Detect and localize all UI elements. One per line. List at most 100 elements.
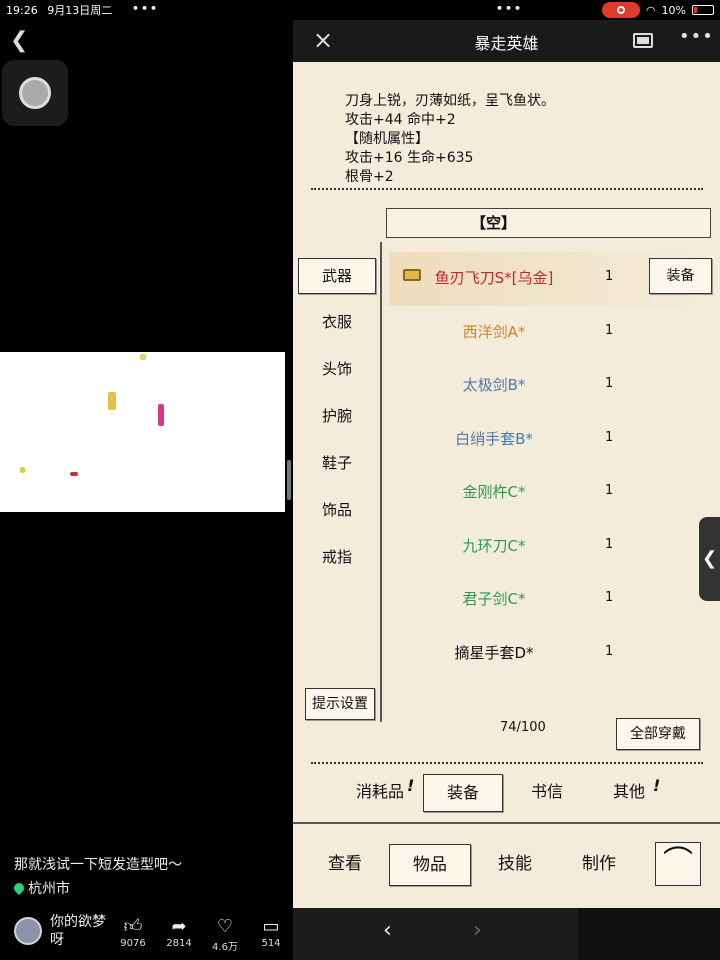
item-name: 太极剑B* — [462, 376, 526, 394]
comment-icon: ▭ — [262, 916, 280, 937]
author-info[interactable]: 你的欲梦呀 — [14, 913, 106, 949]
item-row[interactable]: 西洋剑A* 1 — [389, 306, 720, 360]
location-tag[interactable]: 杭州市 — [11, 878, 70, 898]
tab-label: 消耗品 — [355, 782, 404, 801]
favorite-count: 4.6万 — [212, 942, 238, 953]
item-qty: 1 — [605, 269, 614, 284]
game-screen: 刀身上锐，刃薄如纸，呈飞鱼状。 攻击+44 命中+2 【随机属性】 攻击+16 … — [293, 62, 720, 908]
item-qty: 1 — [605, 643, 614, 659]
item-name: 金刚杵C* — [462, 483, 526, 501]
item-row[interactable]: 金刚杵C* 1 — [389, 466, 720, 520]
status-bar: 19:26 9月13日周二 ••• ••• ◠ 10% — [0, 0, 720, 20]
thumbs-up-icon: 👍︎ — [123, 916, 143, 937]
item-name: 鱼刃飞刀S*[乌金] — [434, 269, 554, 287]
category-clothes[interactable]: 衣服 — [298, 305, 376, 341]
comment-button[interactable]: ▭ 514 — [250, 916, 292, 953]
share-icon: ➦ — [171, 916, 187, 937]
status-left: 19:26 9月13日周二 — [6, 2, 112, 18]
video-speck — [108, 392, 116, 410]
divider — [311, 762, 703, 764]
item-name: 永灵刀D* — [389, 695, 599, 698]
video-frame[interactable] — [0, 352, 285, 512]
category-divider — [380, 242, 382, 722]
tab-craft[interactable]: 制作 — [569, 844, 629, 886]
item-row[interactable]: 太极剑B* 1 — [389, 359, 720, 413]
tab-skills[interactable]: 技能 — [485, 844, 545, 886]
video-caption: 那就浅试一下短发造型吧～ — [14, 857, 182, 873]
item-qty: 1 — [605, 590, 614, 605]
avatar[interactable] — [14, 917, 42, 945]
item-row[interactable]: 君子剑C* 1 — [389, 573, 720, 627]
back-icon[interactable]: ‹ — [383, 918, 392, 943]
category-bracer[interactable]: 护腕 — [298, 399, 376, 435]
equipped-slot[interactable]: 【空】 — [386, 208, 711, 238]
tab-equipment[interactable]: 装备 — [423, 774, 503, 812]
description-line: 攻击+16 生命+635 — [345, 150, 474, 166]
tab-other[interactable]: 其他 ! — [601, 774, 660, 812]
menu-swirl-icon[interactable]: ⌒ — [655, 842, 701, 886]
location-pin-icon — [11, 880, 27, 896]
alert-icon: ! — [653, 776, 661, 795]
description-line: 根骨+2 — [345, 169, 394, 185]
wifi-icon: ◠ — [645, 3, 656, 17]
item-qty: 1 — [605, 483, 614, 498]
category-shoes[interactable]: 鞋子 — [298, 446, 376, 482]
app-header: × 暴走英雄 ••• — [293, 20, 720, 62]
item-qty: 1 — [605, 376, 614, 391]
right-dots-icon: ••• — [496, 2, 524, 15]
game-pane: × 暴走英雄 ••• 刀身上锐，刃薄如纸，呈飞鱼状。 攻击+44 命中+2 【随… — [293, 20, 720, 960]
category-headwear[interactable]: 头饰 — [298, 352, 376, 388]
category-weapon[interactable]: 武器 — [298, 258, 376, 294]
item-name: 白绡手套B* — [455, 429, 533, 448]
video-speck — [70, 472, 78, 476]
equip-all-button[interactable]: 全部穿戴 — [616, 718, 700, 750]
item-row[interactable]: 永灵刀D* 1 — [389, 680, 720, 698]
battery-percent: 10% — [661, 3, 686, 17]
location-text: 杭州市 — [28, 881, 70, 897]
category-ring[interactable]: 戒指 — [298, 540, 376, 576]
video-stats: 👍︎ 9076 ➦ 2814 ♡ 4.6万 ▭ 514 — [112, 916, 292, 953]
divider — [293, 822, 720, 824]
description-line: 攻击+44 命中+2 — [345, 112, 456, 128]
item-name: 西洋剑A* — [462, 322, 526, 341]
more-icon[interactable]: ••• — [679, 26, 714, 47]
tab-letters[interactable]: 书信 — [519, 774, 575, 812]
inventory-tabs: 消耗品 ! 装备 书信 其他 ! — [293, 774, 720, 814]
video-speck — [140, 354, 146, 360]
share-count: 2814 — [166, 938, 192, 949]
hint-settings-button[interactable]: 提示设置 — [305, 688, 375, 720]
favorite-button[interactable]: ♡ 4.6万 — [204, 916, 246, 953]
back-arrow-icon[interactable]: ❮ — [10, 28, 28, 53]
description-line: 【随机属性】 — [345, 131, 429, 147]
category-accessory[interactable]: 饰品 — [298, 493, 376, 529]
alert-icon: ! — [407, 776, 415, 795]
left-dots-icon: ••• — [132, 2, 160, 15]
drag-handle[interactable] — [287, 460, 291, 500]
category-list: 武器 衣服 头饰 护腕 鞋子 饰品 戒指 — [298, 258, 378, 587]
item-description: 刀身上锐，刃薄如纸，呈飞鱼状。 攻击+44 命中+2 【随机属性】 攻击+16 … — [345, 92, 555, 187]
author-name: 你的欲梦呀 — [50, 914, 106, 948]
item-row[interactable]: 白绡手套B* 1 — [389, 413, 720, 467]
item-name: 摘星手套D* — [454, 643, 534, 662]
share-button[interactable]: ➦ 2814 — [158, 916, 200, 953]
tab-view[interactable]: 查看 — [315, 844, 375, 886]
screen-icon[interactable] — [633, 33, 653, 48]
battery-icon — [692, 5, 714, 15]
side-expand-icon[interactable]: ❮ — [699, 517, 720, 601]
browser-nav-bar: ‹ › — [293, 908, 720, 960]
item-row[interactable]: 摘星手套D* 1 — [389, 627, 720, 681]
tab-consumables[interactable]: 消耗品 ! — [345, 774, 415, 812]
nav-right-area — [578, 908, 720, 960]
item-qty: 1 — [605, 536, 614, 552]
video-speck — [158, 404, 164, 426]
item-row[interactable]: 九环刀C* 1 — [389, 520, 720, 574]
floating-ball-button[interactable] — [2, 60, 68, 126]
item-name: 君子剑C* — [462, 590, 526, 608]
screen-record-icon[interactable] — [601, 2, 640, 18]
like-button[interactable]: 👍︎ 9076 — [112, 916, 154, 953]
item-qty: 1 — [605, 429, 614, 445]
item-qty: 1 — [605, 697, 613, 698]
equip-button[interactable]: 装备 — [649, 258, 712, 294]
forward-icon[interactable]: › — [473, 918, 482, 943]
tab-items[interactable]: 物品 — [389, 844, 471, 886]
